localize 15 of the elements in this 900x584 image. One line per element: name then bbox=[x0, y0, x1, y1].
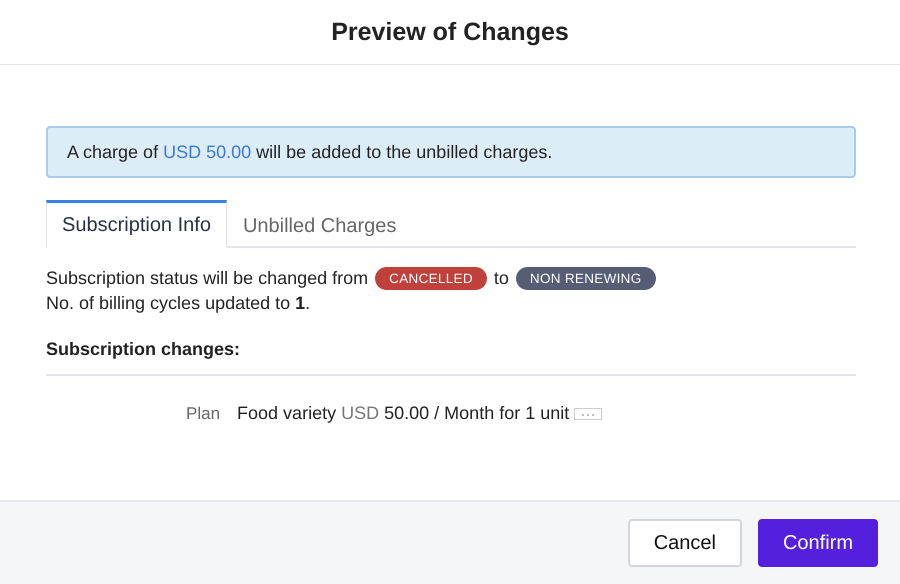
more-icon[interactable] bbox=[574, 408, 602, 420]
billing-cycles-text: No. of billing cycles updated to 1. bbox=[46, 293, 312, 314]
status-badge: CANCELLED bbox=[375, 267, 487, 290]
tab[interactable]: Subscription Info bbox=[46, 200, 227, 248]
info-alert: A charge of USD 50.00 will be added to the unbilled charges. bbox=[46, 126, 856, 178]
status-badge: NON RENEWING bbox=[516, 267, 656, 290]
section-heading: Subscription changes: bbox=[46, 339, 856, 376]
dialog-title: Preview of Changes bbox=[331, 18, 569, 46]
confirm-button[interactable]: Confirm bbox=[758, 519, 878, 567]
field-label: Plan bbox=[186, 404, 220, 424]
status-text: Subscription status will be changed from bbox=[46, 268, 368, 289]
status-text: to bbox=[494, 268, 509, 289]
cancel-button[interactable]: Cancel bbox=[628, 519, 742, 567]
tab[interactable]: Unbilled Charges bbox=[226, 200, 412, 248]
plan-value: Food variety USD 50.00 / Month for 1 unit bbox=[237, 403, 570, 424]
